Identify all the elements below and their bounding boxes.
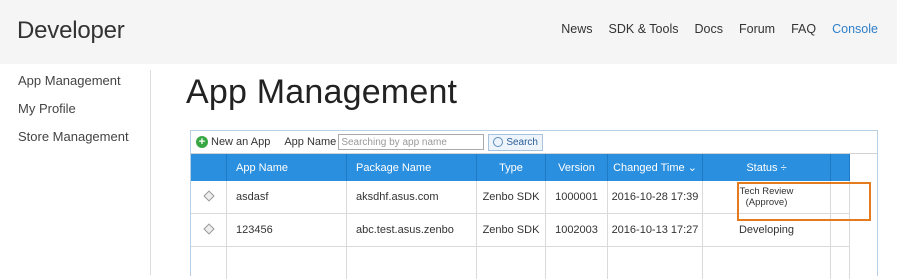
empty-cell [831, 247, 850, 279]
new-app-button[interactable]: New an App [211, 136, 270, 148]
column-header-changed-time[interactable]: Changed Time ⌄ [608, 154, 703, 181]
sidebar-item-my-profile[interactable]: My Profile [18, 100, 129, 128]
search-button[interactable]: Search [488, 134, 543, 151]
add-icon[interactable]: + [196, 136, 208, 148]
column-header-select [191, 154, 227, 181]
search-icon [493, 137, 503, 147]
table-row[interactable]: asdasf aksdhf.asus.com Zenbo SDK 1000001… [191, 181, 850, 214]
top-bar: Developer News SDK & Tools Docs Forum FA… [0, 0, 897, 64]
cell-filler [831, 214, 850, 247]
app-grid: + New an App App Name Search App Name Pa… [190, 130, 878, 276]
app-name-label: App Name [284, 136, 336, 148]
table-header-row: App Name Package Name Type Version Chang… [191, 154, 850, 181]
nav-docs[interactable]: Docs [695, 22, 723, 36]
row-select-cell[interactable] [191, 181, 227, 214]
column-header-type[interactable]: Type [477, 154, 546, 181]
search-button-label: Search [506, 137, 538, 148]
cell-type: Zenbo SDK [477, 181, 546, 214]
cell-type: Zenbo SDK [477, 214, 546, 247]
sort-desc-icon: ⌄ [688, 162, 697, 174]
column-header-app-name[interactable]: App Name [227, 154, 347, 181]
sidebar-item-app-management[interactable]: App Management [18, 72, 129, 100]
column-header-package-name[interactable]: Package Name [347, 154, 477, 181]
cell-changed-time: 2016-10-28 17:39 [608, 181, 703, 214]
brand-title[interactable]: Developer [17, 17, 125, 45]
status-label: Status [746, 162, 777, 174]
apps-table: App Name Package Name Type Version Chang… [191, 154, 850, 279]
column-header-filler [831, 154, 850, 181]
sidebar-divider [150, 70, 151, 275]
table-row[interactable]: 123456 abc.test.asus.zenbo Zenbo SDK 100… [191, 214, 850, 247]
row-select-icon[interactable] [203, 223, 214, 234]
cell-version: 1002003 [546, 214, 608, 247]
sidebar-item-store-management[interactable]: Store Management [18, 128, 129, 156]
empty-cell [347, 247, 477, 279]
row-select-cell[interactable] [191, 214, 227, 247]
table-row-empty [191, 247, 850, 279]
empty-cell [703, 247, 831, 279]
empty-cell [477, 247, 546, 279]
sidebar: App Management My Profile Store Manageme… [18, 72, 129, 156]
status-line-2: (Approve) [703, 197, 830, 208]
changed-time-label: Changed Time [613, 162, 685, 174]
cell-package-name: abc.test.asus.zenbo [347, 214, 477, 247]
cell-package-name: aksdhf.asus.com [347, 181, 477, 214]
status-line-1: Tech Review [703, 186, 830, 197]
cell-app-name: asdasf [227, 181, 347, 214]
empty-cell [227, 247, 347, 279]
empty-cell [191, 247, 227, 279]
grid-toolbar: + New an App App Name Search [191, 131, 877, 154]
cell-status: Tech Review (Approve) [703, 181, 831, 214]
cell-filler [831, 181, 850, 214]
nav-sdk-tools[interactable]: SDK & Tools [609, 22, 679, 36]
search-input[interactable] [338, 134, 484, 150]
nav-faq[interactable]: FAQ [791, 22, 816, 36]
cell-version: 1000001 [546, 181, 608, 214]
cell-changed-time: 2016-10-13 17:27 [608, 214, 703, 247]
status-tech-review: Tech Review (Approve) [703, 186, 830, 208]
nav-news[interactable]: News [561, 22, 592, 36]
page-title: App Management [186, 73, 457, 112]
column-header-status[interactable]: Status ÷ [703, 154, 831, 181]
sort-icon: ÷ [781, 162, 787, 174]
column-header-version[interactable]: Version [546, 154, 608, 181]
cell-status: Developing [703, 214, 831, 247]
nav-forum[interactable]: Forum [739, 22, 775, 36]
empty-cell [608, 247, 703, 279]
row-select-icon[interactable] [203, 190, 214, 201]
cell-app-name: 123456 [227, 214, 347, 247]
top-nav: News SDK & Tools Docs Forum FAQ Console [561, 22, 878, 36]
empty-cell [546, 247, 608, 279]
nav-console[interactable]: Console [832, 22, 878, 36]
